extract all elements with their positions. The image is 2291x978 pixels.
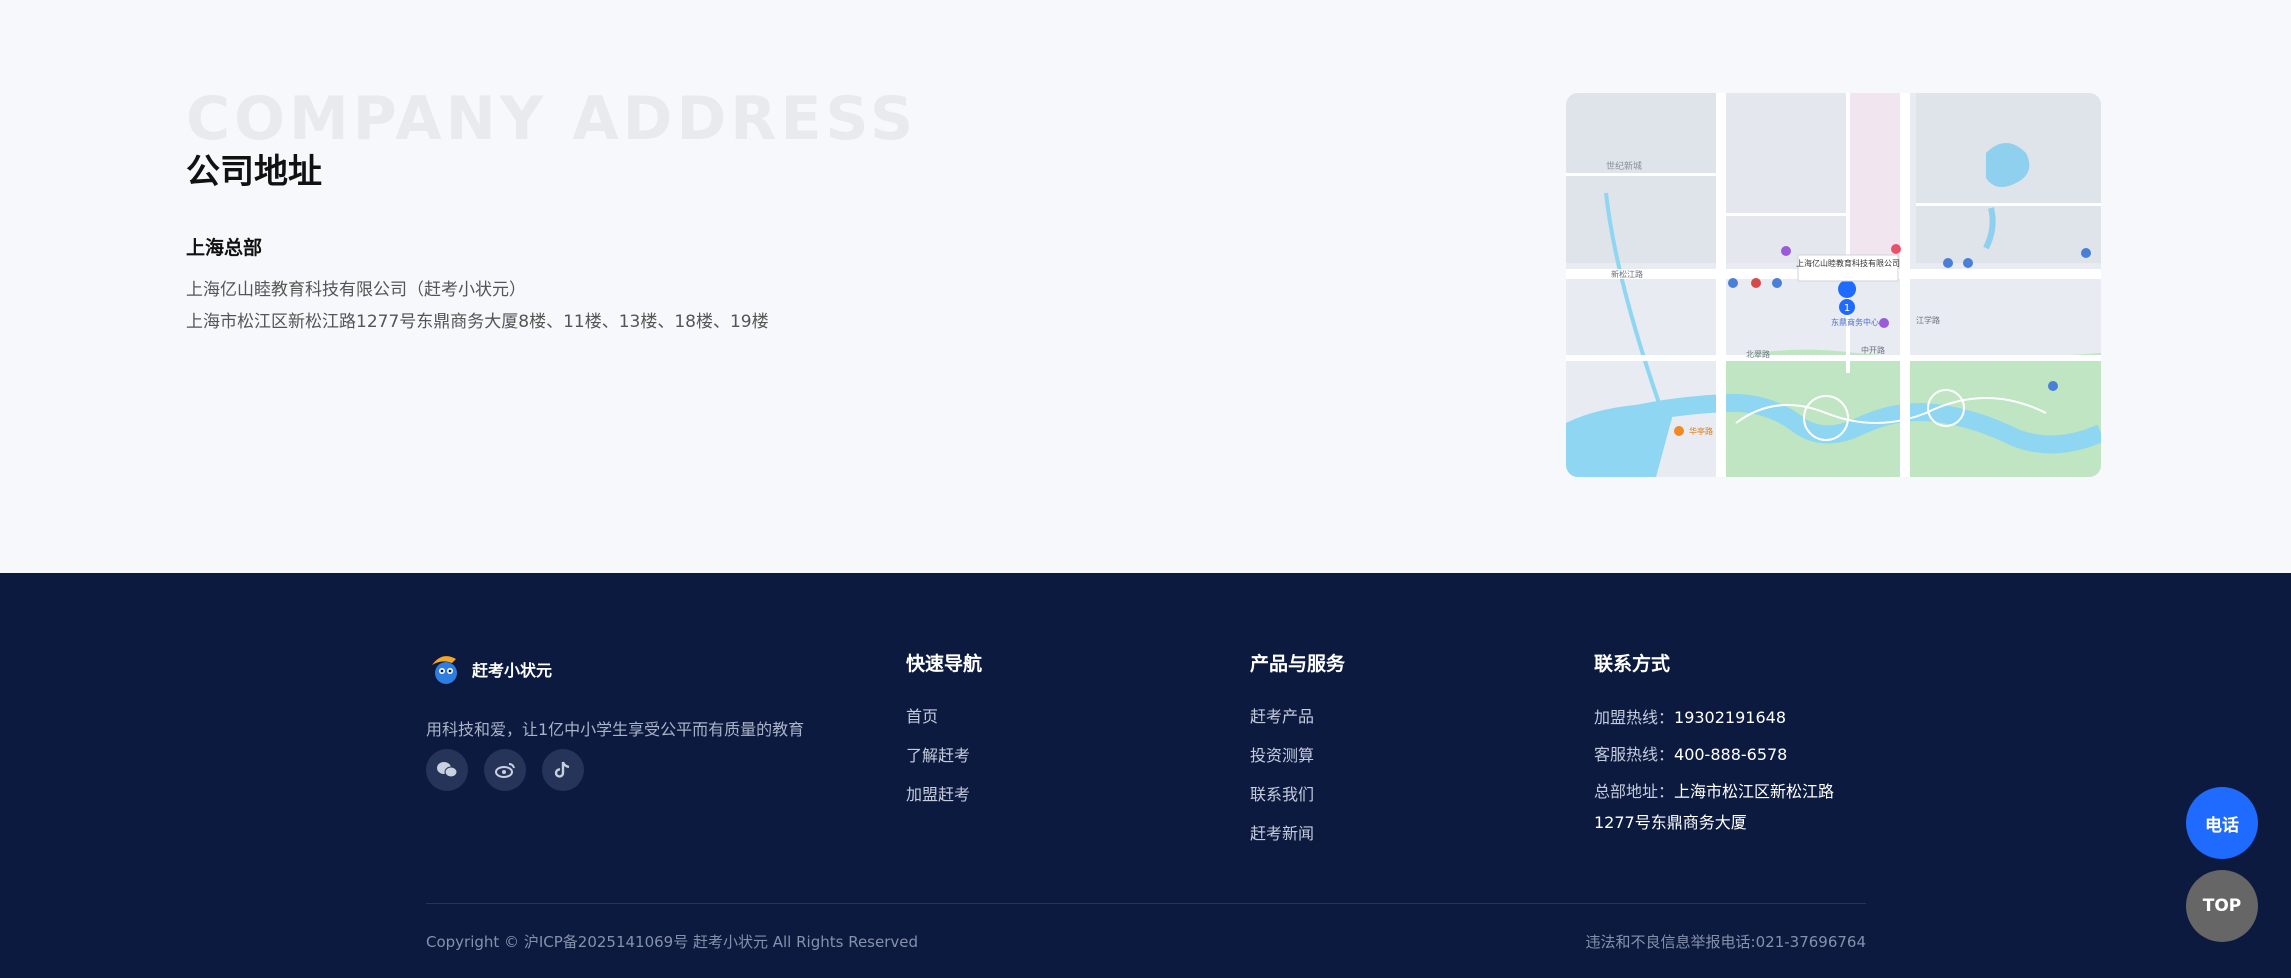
location-map[interactable]: 1 上海亿山睦教育科技有限公司 世纪新城 新松江路 东鼎商务中心 中开路 北翠路… [1566, 93, 2101, 477]
hq-address-label: 总部地址： [1594, 782, 1675, 801]
footer-link-about[interactable]: 了解赶考 [906, 742, 970, 766]
section-title: 公司地址 [186, 152, 322, 192]
hq-label: 上海总部 [186, 237, 263, 259]
report-phone-text: 违法和不良信息举报电话:021-37696764 [1585, 933, 1866, 951]
hq-address-line2: 1277号东鼎商务大厦 [1594, 813, 1747, 832]
site-footer [0, 573, 2291, 978]
map-place-label: 世纪新城 [1606, 160, 1642, 172]
company-address: 上海市松江区新松江路1277号东鼎商务大厦8楼、11楼、13楼、18楼、19楼 [186, 312, 769, 332]
franchise-hotline-label: 加盟热线： [1594, 708, 1675, 727]
service-hotline-number[interactable]: 400-888-6578 [1674, 745, 1787, 764]
map-road-label: 新松江路 [1611, 269, 1643, 279]
phone-button[interactable]: 电话 [2186, 787, 2258, 859]
products-column-title: 产品与服务 [1250, 653, 1346, 675]
footer-link-products[interactable]: 赶考产品 [1250, 703, 1314, 727]
footer-link-franchise[interactable]: 加盟赶考 [906, 781, 970, 805]
logo-text: 赶考小状元 [472, 661, 553, 680]
footer-link-home[interactable]: 首页 [906, 703, 938, 727]
back-to-top-button[interactable]: TOP [2186, 870, 2258, 942]
douyin-icon[interactable] [542, 749, 584, 791]
company-address-section: COMPANY ADDRESS 公司地址 上海总部 上海亿山睦教育科技有限公司（… [0, 0, 2291, 573]
company-name: 上海亿山睦教育科技有限公司（赶考小状元） [186, 280, 526, 300]
service-hotline: 客服热线：400-888-6578 [1594, 741, 1787, 765]
footer-logo[interactable]: 赶考小状元 [426, 651, 552, 687]
franchise-hotline-number[interactable]: 19302191648 [1674, 708, 1786, 727]
map-road-label: 江学路 [1916, 315, 1940, 325]
contact-column-title: 联系方式 [1594, 653, 1671, 675]
svg-text:1: 1 [1844, 303, 1850, 314]
copyright-text: Copyright © 沪ICP备2025141069号 赶考小状元 All R… [426, 933, 919, 951]
map-road-label: 北翠路 [1746, 349, 1770, 359]
footer-link-investment[interactable]: 投资测算 [1250, 742, 1314, 766]
franchise-hotline: 加盟热线：19302191648 [1594, 704, 1786, 728]
hq-address-line1: 上海市松江区新松江路 [1674, 782, 1835, 801]
wechat-icon[interactable] [426, 749, 468, 791]
map-place-label: 东鼎商务中心 [1831, 317, 1879, 327]
map-road-label: 中开路 [1861, 345, 1885, 355]
service-hotline-label: 客服热线： [1594, 745, 1675, 764]
footer-link-news[interactable]: 赶考新闻 [1250, 820, 1314, 844]
nav-column-title: 快速导航 [906, 653, 983, 675]
footer-slogan: 用科技和爱，让1亿中小学生享受公平而有质量的教育 [426, 720, 805, 739]
footer-divider [426, 903, 1866, 904]
weibo-icon[interactable] [484, 749, 526, 791]
footer-link-contact[interactable]: 联系我们 [1250, 781, 1314, 805]
mascot-logo-icon [432, 656, 457, 684]
hq-address: 总部地址：上海市松江区新松江路 1277号东鼎商务大厦 [1594, 776, 1834, 838]
map-place-label: 华亭路 [1689, 426, 1713, 436]
map-marker-label: 上海亿山睦教育科技有限公司 [1796, 258, 1900, 268]
